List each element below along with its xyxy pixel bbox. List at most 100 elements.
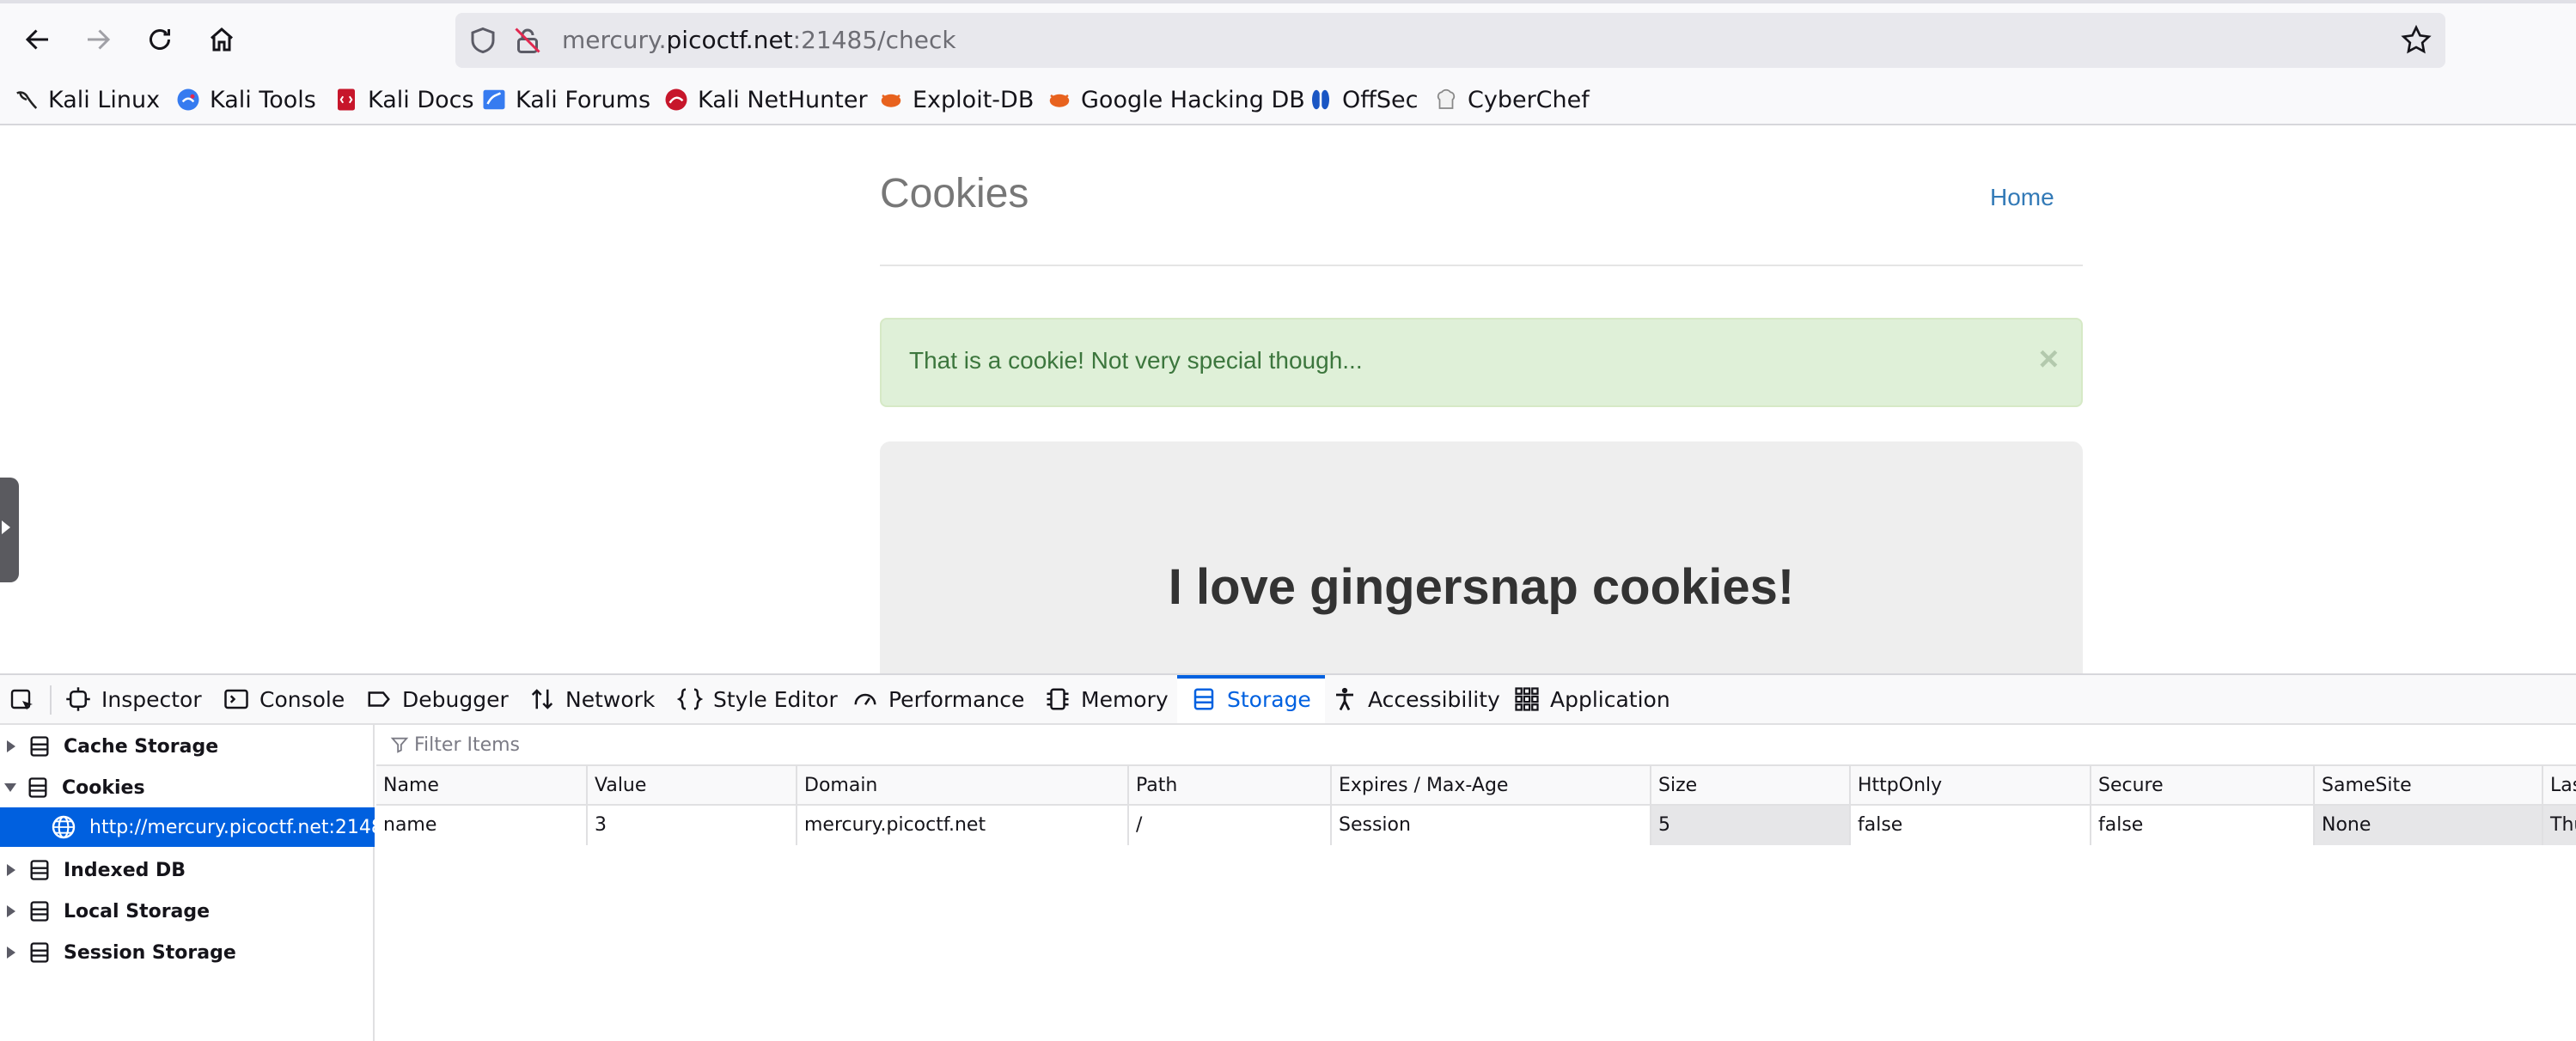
tree-item-label: Indexed DB [64,859,186,881]
column-header-expires[interactable]: Expires / Max-Age [1330,766,1650,806]
jumbotron: I love gingersnap cookies! [880,441,2083,673]
header-divider [880,265,2083,266]
column-header-size[interactable]: Size [1650,766,1849,806]
home-link[interactable]: Home [1990,184,2054,211]
url-text[interactable]: mercury.picoctf.net:21485/check [562,25,956,56]
tab-style-editor[interactable]: Style Editor [677,675,838,723]
kali-tools-icon [177,88,199,111]
bookmark-label: Exploit-DB [913,86,1035,113]
storage-tree: Cache Storage Cookies http://mercury.pic… [0,725,375,1041]
cell-expires[interactable]: Session [1330,806,1650,845]
back-button[interactable] [15,17,60,62]
storage-db-icon [30,942,49,963]
column-header-name[interactable]: Name [376,766,586,806]
cell-last-accessed[interactable]: Thu [2542,806,2576,845]
column-header-httponly[interactable]: HttpOnly [1849,766,2090,806]
element-picker-icon[interactable] [9,687,36,715]
tab-label: Storage [1227,686,1311,712]
reload-button[interactable] [137,17,182,62]
home-button[interactable] [199,17,244,62]
cell-value[interactable]: 3 [586,806,806,845]
alert-message: That is a cookie! Not very special thoug… [909,347,1363,374]
expand-arrow-icon[interactable] [7,740,15,752]
bookmark-label: Kali Linux [48,86,161,113]
url-suffix: :21485/check [792,26,956,54]
ghdb-icon [1049,94,1070,107]
bookmark-kali-forums[interactable]: Kali Forums [481,84,650,115]
bookmark-kali-tools[interactable]: Kali Tools [175,84,316,115]
tab-console[interactable]: Console [223,675,345,723]
bookmark-google-hacking-db[interactable]: Google Hacking DB [1047,84,1305,115]
column-header-samesite[interactable]: SameSite [2313,766,2552,806]
tab-label: Memory [1081,686,1169,712]
tree-item-label: Cache Storage [64,735,219,758]
tab-storage[interactable]: Storage [1177,675,1325,723]
tree-item-session-storage[interactable]: Session Storage [0,933,375,972]
cell-secure[interactable]: false [2090,806,2313,845]
bookmark-label: Google Hacking DB [1081,86,1305,113]
tree-item-cache-storage[interactable]: Cache Storage [0,727,375,766]
bookmark-kali-linux[interactable]: Kali Linux [14,84,160,115]
bookmarks-bar: Kali Linux Kali Tools Kali Docs Kali For… [0,76,2576,125]
devtools-panel: Inspector Console Debugger Network Style… [0,673,2576,1041]
expand-arrow-icon[interactable] [7,905,15,917]
tab-label: Inspector [101,686,202,712]
expand-arrow-icon[interactable] [7,947,15,959]
tab-network[interactable]: Network [529,675,655,723]
bookmark-kali-nethunter[interactable]: Kali NetHunter [663,84,868,115]
shield-icon[interactable] [467,25,498,56]
bookmark-star-icon[interactable] [2399,23,2433,58]
performance-icon [854,693,876,705]
bookmark-kali-docs[interactable]: Kali Docs [333,84,474,115]
cell-domain[interactable]: mercury.picoctf.net [796,806,1127,845]
tab-inspector[interactable]: Inspector [65,675,202,723]
tab-accessibility[interactable]: Accessibility [1332,675,1500,723]
filter-items-input[interactable]: Filter Items [376,725,2576,766]
kali-forums-icon [483,89,505,110]
table-row[interactable]: name 3 mercury.picoctf.net / Session 5 f… [376,806,2576,845]
forward-button[interactable] [76,17,120,62]
column-header-value[interactable]: Value [586,766,806,806]
insecure-lock-icon[interactable] [512,25,543,56]
kali-dragon-icon [16,91,38,109]
storage-table-panel: Filter Items Name Value Domain Path Expi… [376,725,2576,1041]
cell-httponly[interactable]: false [1849,806,2090,845]
tab-label: Network [565,686,656,712]
bookmark-offsec[interactable]: OffSec [1308,84,1418,115]
cell-name[interactable]: name [376,806,586,845]
tab-label: Accessibility [1368,686,1500,712]
bookmark-cyberchef[interactable]: CyberChef [1433,84,1590,115]
bookmark-label: Kali Forums [516,86,651,113]
tab-performance[interactable]: Performance [852,675,1024,723]
tree-item-cookies[interactable]: Cookies [0,768,375,807]
accessibility-icon [1336,687,1353,711]
tab-label: Debugger [402,686,509,712]
url-bar[interactable]: mercury.picoctf.net:21485/check [455,13,2445,68]
cell-size[interactable]: 5 [1650,806,1849,845]
cell-path[interactable]: / [1127,806,1330,845]
tree-item-local-storage[interactable]: Local Storage [0,892,375,931]
column-header-last-accessed[interactable]: Las [2542,766,2576,806]
tab-debugger[interactable]: Debugger [366,675,509,723]
url-prefix: mercury. [562,26,667,54]
column-header-domain[interactable]: Domain [796,766,1127,806]
exploit-db-icon [881,94,901,107]
console-icon [224,689,248,709]
collapse-arrow-icon[interactable] [4,783,16,792]
column-header-secure[interactable]: Secure [2090,766,2313,806]
alert-close-button[interactable]: × [2039,342,2059,376]
expand-arrow-icon[interactable] [7,864,15,876]
tree-item-cookie-origin[interactable]: http://mercury.picoctf.net:21485 [0,807,375,847]
sidebar-toggle-handle[interactable] [0,478,19,582]
bookmark-label: Kali Tools [210,86,316,113]
tab-memory[interactable]: Memory [1045,675,1169,723]
network-icon [531,689,553,709]
bookmark-exploit-db[interactable]: Exploit-DB [878,84,1034,115]
tab-application[interactable]: Application [1514,675,1670,723]
tree-item-indexed-db[interactable]: Indexed DB [0,850,375,890]
expand-arrow-icon [2,520,10,534]
column-header-path[interactable]: Path [1127,766,1330,806]
cell-samesite[interactable]: None [2313,806,2552,845]
debugger-icon [368,691,390,707]
page-title: Cookies [880,171,1029,216]
